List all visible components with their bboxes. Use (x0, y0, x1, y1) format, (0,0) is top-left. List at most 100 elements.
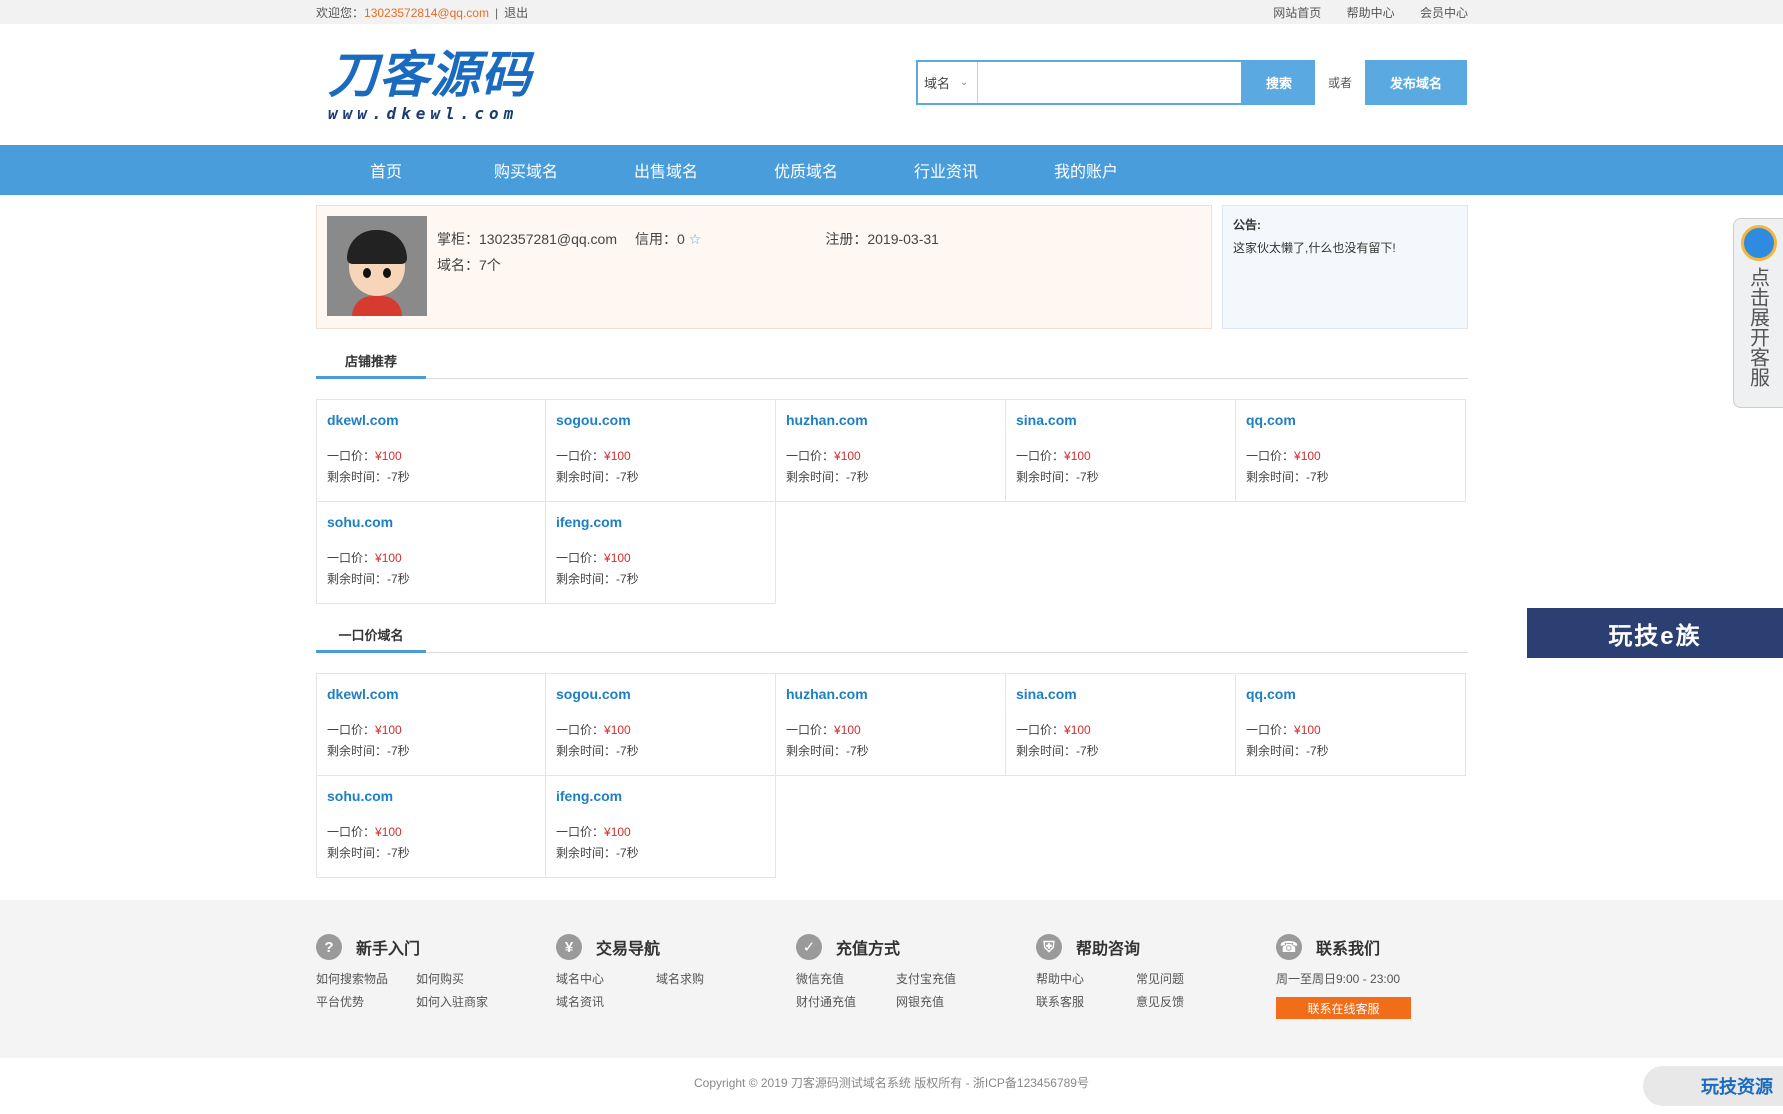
domain-name-link[interactable]: sogou.com (556, 686, 765, 720)
footer-link[interactable]: 域名求购 (656, 970, 756, 987)
domain-card[interactable]: dkewl.com 一口价：¥100 剩余时间：-7秒 (316, 399, 546, 502)
domain-card[interactable]: sina.com 一口价：¥100 剩余时间：-7秒 (1005, 399, 1236, 502)
footer-col-recharge: ✓ 充值方式 微信充值 支付宝充值 财付通充值 网银充值 (796, 932, 1026, 1010)
price-value: ¥100 (604, 449, 631, 463)
ad-banner[interactable]: 玩技e族 (1527, 608, 1783, 658)
footer-link[interactable]: 如何购买 (416, 970, 516, 987)
footer-link[interactable]: 如何搜索物品 (316, 970, 416, 987)
home-link[interactable]: 网站首页 (1273, 6, 1321, 20)
remain-label: 剩余时间： (327, 744, 388, 758)
credit-label: 信用： (634, 231, 677, 247)
footer-link[interactable]: 意见反馈 (1136, 993, 1236, 1010)
domain-name-link[interactable]: sina.com (1016, 412, 1225, 446)
search-button[interactable]: 搜索 (1243, 60, 1315, 105)
shield-icon: ⛨ (1036, 934, 1062, 960)
remain-value: -7秒 (1306, 744, 1329, 758)
remain-value: -7秒 (616, 744, 639, 758)
remain-label: 剩余时间： (556, 470, 617, 484)
domain-name-link[interactable]: sogou.com (556, 412, 765, 446)
nav-item-news[interactable]: 行业资讯 (876, 158, 1016, 182)
domains-count: 7个 (479, 257, 501, 273)
footer-link[interactable]: 域名中心 (556, 970, 656, 987)
tab-fixed-price[interactable]: 一口价域名 (316, 617, 426, 653)
price-label: 一口价： (1246, 449, 1295, 463)
domain-name-link[interactable]: huzhan.com (786, 412, 995, 446)
price-value: ¥100 (375, 551, 402, 565)
welcome-area: 欢迎您：13023572814@qq.com | 退出 (316, 4, 528, 21)
remain-label: 剩余时间： (1016, 744, 1077, 758)
price-value: ¥100 (375, 449, 402, 463)
domain-card[interactable]: qq.com 一口价：¥100 剩余时间：-7秒 (1235, 673, 1466, 776)
remain-value: -7秒 (387, 572, 410, 586)
domain-name-link[interactable]: dkewl.com (327, 686, 535, 720)
domain-card[interactable]: dkewl.com 一口价：¥100 剩余时间：-7秒 (316, 673, 546, 776)
remain-value: -7秒 (846, 470, 869, 484)
footer-link[interactable]: 域名资讯 (556, 993, 656, 1010)
contact-support-button[interactable]: 联系在线客服 (1276, 997, 1411, 1019)
nav-item-premium[interactable]: 优质域名 (736, 158, 876, 182)
footer-link[interactable]: 支付宝充值 (896, 970, 996, 987)
price-value: ¥100 (1294, 723, 1321, 737)
member-center-link[interactable]: 会员中心 (1420, 6, 1468, 20)
divider: | (494, 5, 499, 20)
domain-card[interactable]: huzhan.com 一口价：¥100 剩余时间：-7秒 (775, 673, 1006, 776)
domain-card[interactable]: ifeng.com 一口价：¥100 剩余时间：-7秒 (545, 775, 776, 878)
remain-label: 剩余时间： (556, 572, 617, 586)
price-label: 一口价： (327, 449, 376, 463)
help-center-link[interactable]: 帮助中心 (1347, 6, 1395, 20)
price-label: 一口价： (327, 825, 376, 839)
footer-link[interactable]: 常见问题 (1136, 970, 1236, 987)
domain-card[interactable]: ifeng.com 一口价：¥100 剩余时间：-7秒 (545, 501, 776, 604)
domain-name-link[interactable]: sohu.com (327, 788, 535, 822)
copyright: Copyright © 2019 刀客源码测试域名系统 版权所有 - 浙ICP备… (694, 1076, 1089, 1090)
search-type-select[interactable]: 域名 ⌄ (918, 62, 978, 103)
remain-label: 剩余时间： (786, 744, 847, 758)
footer-link[interactable]: 帮助中心 (1036, 970, 1136, 987)
domain-name-link[interactable]: ifeng.com (556, 514, 765, 548)
remain-value: -7秒 (1076, 744, 1099, 758)
owner-label: 掌柜： (437, 231, 479, 247)
footer-link[interactable]: 网银充值 (896, 993, 996, 1010)
domain-card[interactable]: sohu.com 一口价：¥100 剩余时间：-7秒 (316, 501, 546, 604)
nav-item-sell[interactable]: 出售域名 (596, 158, 736, 182)
domain-name-link[interactable]: huzhan.com (786, 686, 995, 720)
price-value: ¥100 (604, 723, 631, 737)
domain-name-link[interactable]: dkewl.com (327, 412, 535, 446)
nav-item-buy[interactable]: 购买域名 (456, 158, 596, 182)
logout-link[interactable]: 退出 (504, 6, 528, 20)
domain-card[interactable]: sohu.com 一口价：¥100 剩余时间：-7秒 (316, 775, 546, 878)
site-logo[interactable]: 刀客源码 www.dkewl.com (328, 46, 533, 134)
main-nav: 首页 购买域名 出售域名 优质域名 行业资讯 我的账户 (0, 145, 1783, 195)
footer-link[interactable]: 平台优势 (316, 993, 416, 1010)
remain-value: -7秒 (616, 470, 639, 484)
nav-item-account[interactable]: 我的账户 (1016, 158, 1156, 182)
domain-name-link[interactable]: qq.com (1246, 686, 1455, 720)
domain-card[interactable]: sogou.com 一口价：¥100 剩余时间：-7秒 (545, 399, 776, 502)
domain-card[interactable]: huzhan.com 一口价：¥100 剩余时间：-7秒 (775, 399, 1006, 502)
domain-name-link[interactable]: sohu.com (327, 514, 535, 548)
question-icon: ? (316, 934, 342, 960)
search-input[interactable] (978, 62, 1241, 103)
domain-card[interactable]: sina.com 一口价：¥100 剩余时间：-7秒 (1005, 673, 1236, 776)
nav-item-home[interactable]: 首页 (316, 158, 456, 182)
footer-col-contact: ☎ 联系我们 周一至周日9:00 - 23:00 联系在线客服 (1276, 932, 1506, 1019)
remain-value: -7秒 (387, 744, 410, 758)
domain-card[interactable]: sogou.com 一口价：¥100 剩余时间：-7秒 (545, 673, 776, 776)
footer-link[interactable]: 如何入驻商家 (416, 993, 516, 1010)
footer-col-title: 帮助咨询 (1076, 941, 1141, 958)
footer-link[interactable]: 联系客服 (1036, 993, 1136, 1010)
price-label: 一口价： (1016, 723, 1065, 737)
domains-label: 域名： (437, 257, 479, 273)
domain-name-link[interactable]: qq.com (1246, 412, 1455, 446)
footer-link[interactable]: 财付通充值 (796, 993, 896, 1010)
avatar (327, 216, 427, 316)
user-email-link[interactable]: 13023572814@qq.com (364, 6, 489, 20)
domain-name-link[interactable]: sina.com (1016, 686, 1225, 720)
domain-card[interactable]: qq.com 一口价：¥100 剩余时间：-7秒 (1235, 399, 1466, 502)
customer-service-widget[interactable]: 点击展开客服 (1733, 218, 1783, 408)
tab-shop-recommend[interactable]: 店铺推荐 (316, 343, 426, 379)
publish-domain-button[interactable]: 发布域名 (1365, 60, 1467, 105)
corner-watermark: 玩技资源 (1643, 1066, 1783, 1106)
domain-name-link[interactable]: ifeng.com (556, 788, 765, 822)
footer-link[interactable]: 微信充值 (796, 970, 896, 987)
